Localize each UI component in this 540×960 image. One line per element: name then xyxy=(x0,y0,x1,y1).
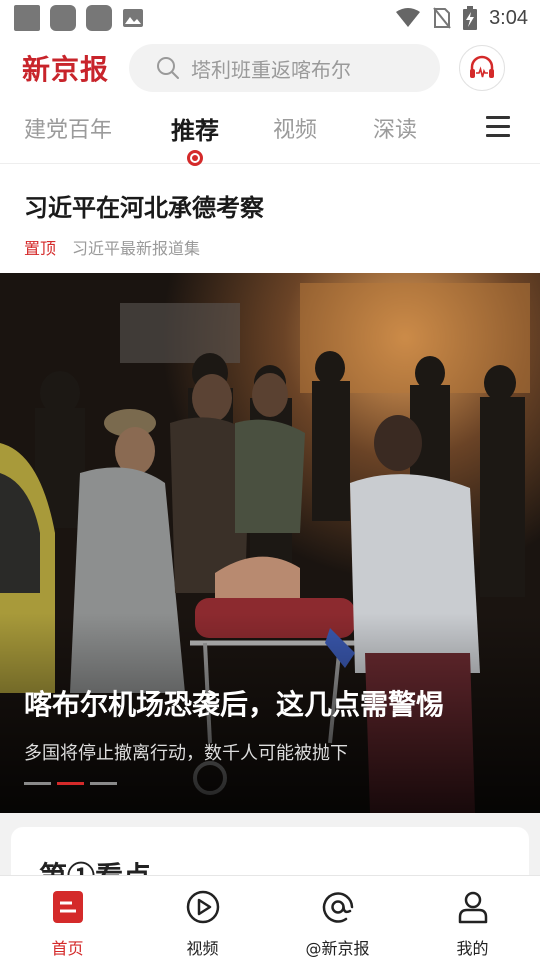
tab-recommended[interactable]: 推荐 xyxy=(171,111,219,146)
pinned-badge: 置顶 xyxy=(24,239,57,258)
status-time: 3:04 xyxy=(489,6,528,29)
app-screen: 3:04 新京报 塔利班重返喀布尔 建党百年 推荐 视频 深读 习近平在河北承德… xyxy=(0,0,540,960)
listen-button[interactable] xyxy=(459,45,505,91)
nav-profile-label: 我的 xyxy=(456,939,489,958)
at-icon xyxy=(322,892,353,923)
menu-icon xyxy=(486,116,510,119)
hero-carousel[interactable]: 喀布尔机场恐袭后，这几点需警惕 多国将停止撤离行动，数千人可能被抛下 xyxy=(0,273,540,813)
carousel-dot xyxy=(24,782,51,785)
notification-icon xyxy=(14,5,40,31)
profile-icon xyxy=(458,891,487,924)
headphones-icon xyxy=(470,55,494,78)
search-placeholder: 塔利班重返喀布尔 xyxy=(191,57,351,82)
carousel-dot-active xyxy=(57,782,84,785)
wifi-icon xyxy=(396,8,421,27)
status-bar: 3:04 xyxy=(0,0,540,36)
pinned-source: 习近平最新报道集 xyxy=(72,239,201,258)
notification-icon xyxy=(86,5,112,31)
pinned-article-title[interactable]: 习近平在河北承德考察 xyxy=(24,188,516,223)
tab-deep-read[interactable]: 深读 xyxy=(373,112,417,144)
carousel-indicator xyxy=(24,782,117,785)
nav-home-label: 首页 xyxy=(51,939,84,958)
play-icon xyxy=(186,890,219,924)
carousel-dot xyxy=(90,782,117,785)
search-icon xyxy=(157,57,179,79)
channel-tabs: 建党百年 推荐 视频 深读 xyxy=(0,104,540,166)
hero-title[interactable]: 喀布尔机场恐袭后，这几点需警惕 xyxy=(24,683,444,723)
notification-icon xyxy=(50,5,76,31)
tab-video[interactable]: 视频 xyxy=(273,112,317,144)
tab-party-centenary[interactable]: 建党百年 xyxy=(24,112,112,144)
app-header: 新京报 塔利班重返喀布尔 xyxy=(0,40,540,96)
nav-at-label: @新京报 xyxy=(305,939,370,958)
no-sim-icon xyxy=(433,7,451,29)
active-tab-indicator xyxy=(187,150,203,166)
nav-at-xinjingbao[interactable]: @新京报 xyxy=(270,876,405,960)
channel-menu-button[interactable] xyxy=(486,116,512,138)
home-icon xyxy=(52,891,83,923)
nav-profile[interactable]: 我的 xyxy=(405,876,540,960)
pinned-article[interactable]: 习近平在河北承德考察 置顶 习近平最新报道集 xyxy=(0,166,540,273)
nav-video-label: 视频 xyxy=(186,939,219,958)
bottom-navigation: 首页 视频 @新京报 我的 xyxy=(0,875,540,960)
hero-subtitle: 多国将停止撤离行动，数千人可能被抛下 xyxy=(24,743,348,764)
app-logo: 新京报 xyxy=(22,53,110,86)
nav-home[interactable]: 首页 xyxy=(0,876,135,960)
feed-background: 第①看点 xyxy=(0,813,540,907)
nav-video[interactable]: 视频 xyxy=(135,876,270,960)
image-icon xyxy=(123,9,143,27)
battery-charging-icon xyxy=(463,6,478,30)
search-bar[interactable]: 塔利班重返喀布尔 xyxy=(129,44,440,92)
